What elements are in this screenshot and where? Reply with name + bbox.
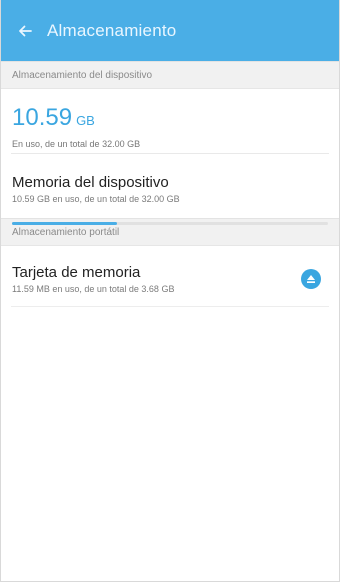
device-memory-progress — [12, 222, 328, 225]
used-storage-value: 10.59 — [12, 104, 73, 131]
app-bar: Almacenamiento — [1, 0, 339, 61]
memory-card-subtitle: 11.59 MB en uso, de un total de 3.68 GB — [12, 284, 175, 294]
device-memory-progress-fill — [12, 222, 117, 225]
storage-summary: 10.59 GB En uso, de un total de 32.00 GB — [1, 89, 339, 153]
eject-button[interactable] — [301, 269, 321, 289]
used-storage-total: 10.59 GB — [12, 104, 328, 132]
used-storage-caption: En uso, de un total de 32.00 GB — [12, 139, 141, 149]
storage-screen: Almacenamiento Almacenamiento del dispos… — [0, 0, 340, 582]
memory-card-title: Tarjeta de memoria — [12, 264, 141, 281]
used-storage-unit: GB — [76, 113, 95, 128]
memory-card-item[interactable]: Tarjeta de memoria 11.59 MB en uso, de u… — [1, 246, 339, 306]
back-button[interactable] — [5, 0, 45, 61]
back-arrow-icon — [19, 25, 32, 36]
device-memory-subtitle: 10.59 GB en uso, de un total de 32.00 GB — [12, 194, 180, 204]
section-header-device: Almacenamiento del dispositivo — [1, 61, 339, 89]
device-memory-item[interactable]: Memoria del dispositivo 10.59 GB en uso,… — [1, 154, 339, 209]
divider — [11, 306, 329, 307]
page-title: Almacenamiento — [47, 20, 177, 40]
eject-icon — [307, 275, 315, 283]
device-memory-title: Memoria del dispositivo — [12, 174, 169, 191]
